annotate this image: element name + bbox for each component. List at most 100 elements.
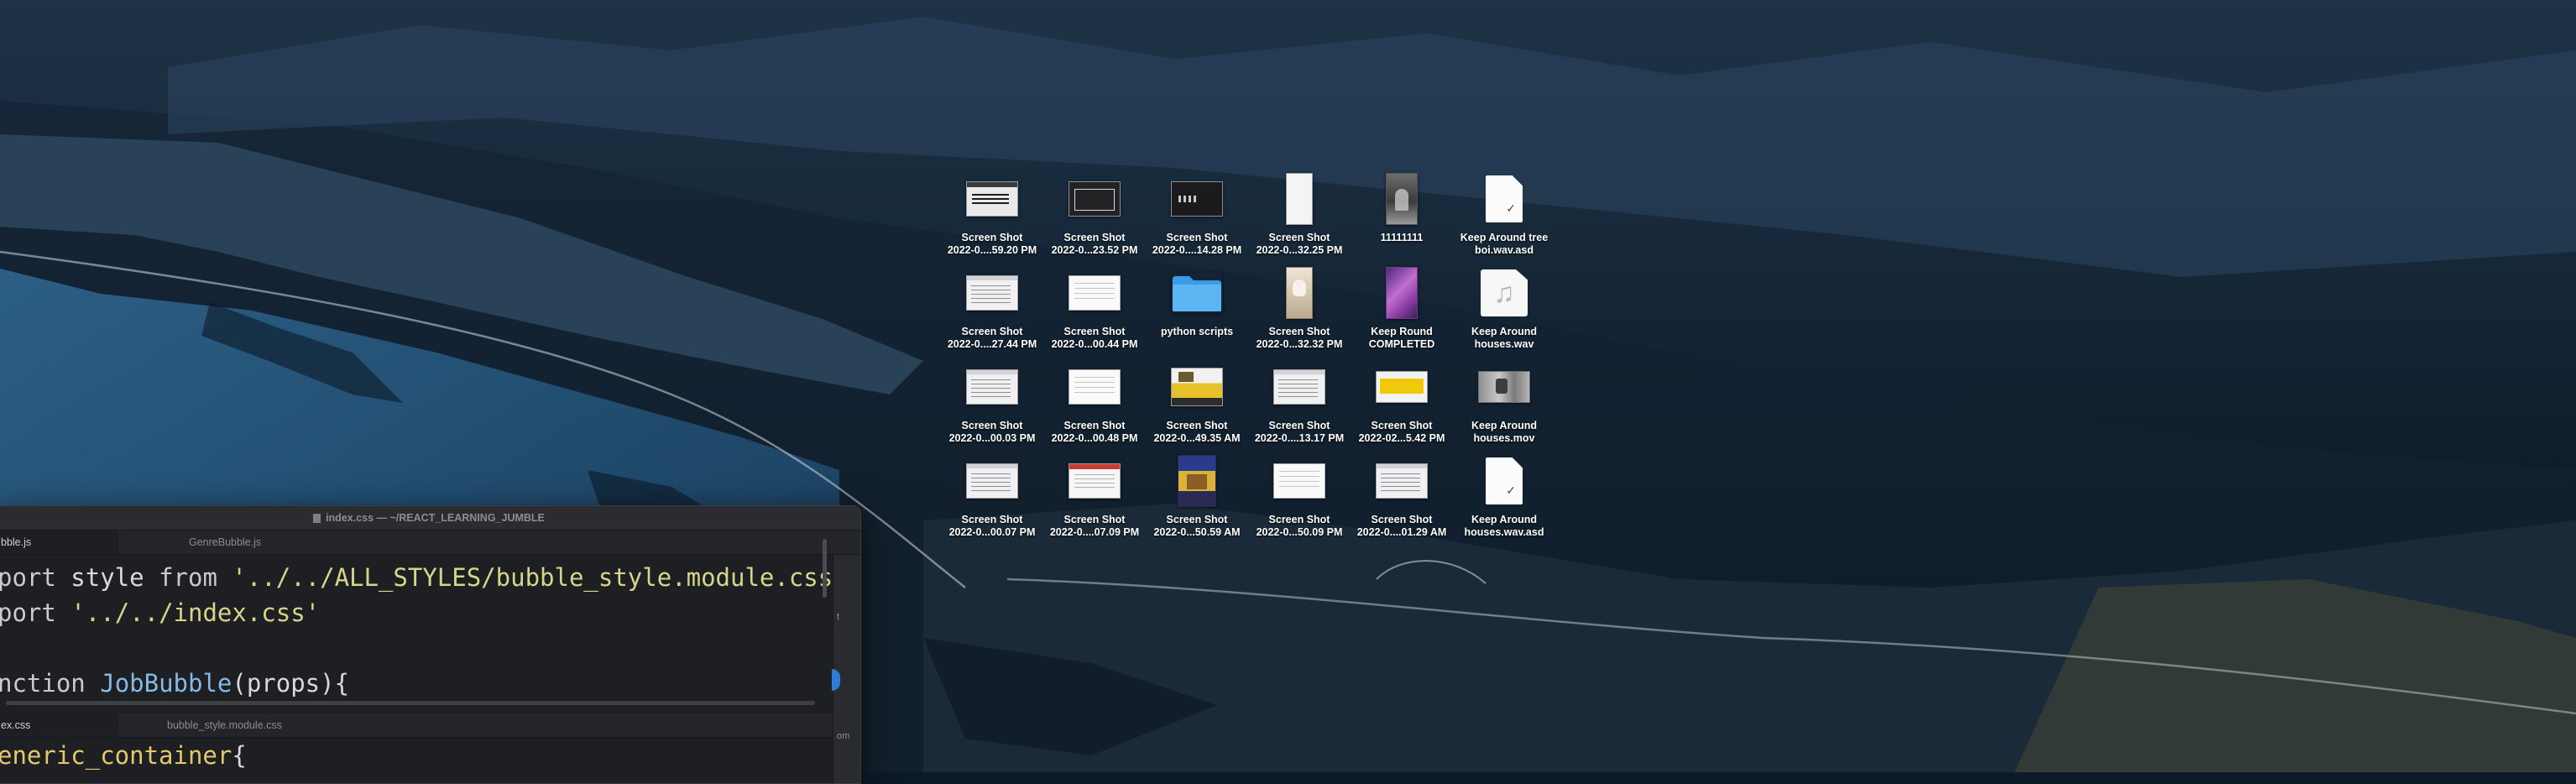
desktop-item-label: Screen Shot 2022-0....14.28 PM <box>1138 232 1256 257</box>
desktop-item[interactable]: Screen Shot 2022-0...32.25 PM <box>1247 171 1351 262</box>
desktop-item[interactable]: Screen Shot 2022-0...00.44 PM <box>1042 265 1147 356</box>
audio-file-icon: ♫ <box>1481 269 1528 316</box>
editor-pane-bottom[interactable]: ex.css bubble_style.module.css eneric_co… <box>0 713 860 773</box>
tab-index-css[interactable]: ex.css <box>0 713 118 737</box>
desktop-item[interactable]: Screen Shot 2022-0....27.44 PM <box>940 265 1044 356</box>
desktop-item-thumbnail-area <box>1350 359 1454 415</box>
desktop-item[interactable]: Screen Shot 2022-02...5.42 PM <box>1350 359 1454 450</box>
desktop-item[interactable]: Screen Shot 2022-0....13.17 PM <box>1247 359 1351 450</box>
code-area-top[interactable]: port style from '../../ALL_STYLES/bubble… <box>0 555 860 701</box>
code-line: port style from '../../ALL_STYLES/bubble… <box>0 560 860 595</box>
editor-side-panel[interactable]: t om <box>832 555 860 783</box>
desktop-item-label-line2: 2022-0...00.03 PM <box>948 432 1036 444</box>
desktop-item-label: Keep Around houses.wav <box>1445 326 1563 351</box>
desktop-item[interactable]: Screen Shot 2022-0...00.03 PM <box>940 359 1044 450</box>
editor-window-title: index.css — ~/REACT_LEARNING_JUMBLE <box>326 512 545 524</box>
desktop-item-thumbnail-area <box>1350 171 1454 227</box>
desktop-item-label-line2: 2022-0....07.09 PM <box>1049 526 1140 538</box>
desktop-item[interactable]: Screen Shot 2022-0....07.09 PM <box>1042 453 1147 544</box>
code-token: port <box>0 563 56 592</box>
desktop-item[interactable]: Keep Aroundhouses.wav.asd <box>1452 453 1556 544</box>
desktop-item-label-line1: Screen Shot <box>1268 514 1330 525</box>
code-token: (props){ <box>232 669 350 698</box>
desktop-item-label-line1: Screen Shot <box>1268 232 1330 243</box>
desktop-item[interactable]: Screen Shot 2022-0....01.29 AM <box>1350 453 1454 544</box>
desktop-item-thumbnail-area <box>1042 265 1147 321</box>
desktop-item[interactable]: Screen Shot 2022-0...50.09 PM <box>1247 453 1351 544</box>
desktop-item-label: Screen Shot 2022-02...5.42 PM <box>1343 420 1460 445</box>
side-panel-text: t <box>837 612 840 622</box>
desktop-item-label-line2: boi.wav.asd <box>1475 244 1534 256</box>
tab-label: bble.js <box>1 536 32 548</box>
desktop-item-label-line2: 2022-0...49.35 AM <box>1153 432 1241 444</box>
desktop-item[interactable]: ♫ Keep Around houses.wav <box>1452 265 1556 356</box>
image-thumbnail-icon <box>1171 181 1223 217</box>
desktop-item[interactable]: Screen Shot 2022-0...50.59 AM <box>1145 453 1249 544</box>
desktop-item-thumbnail-area <box>1247 453 1351 509</box>
desktop-item-label-line2: 2022-0....13.17 PM <box>1254 432 1345 444</box>
desktop-item-label: Screen Shot 2022-0....13.17 PM <box>1241 420 1358 445</box>
desktop-item[interactable]: Screen Shot 2022-0...32.32 PM <box>1247 265 1351 356</box>
desktop-item-label-line2: 2022-0...00.48 PM <box>1051 432 1138 444</box>
image-thumbnail-icon <box>1273 463 1325 499</box>
tab-genrebubble-js[interactable]: GenreBubble.js <box>189 531 261 554</box>
desktop-item-label-line1: Screen Shot <box>961 326 1023 337</box>
tab-label: GenreBubble.js <box>189 536 262 548</box>
desktop-item-label-line1: Screen Shot <box>1371 420 1433 431</box>
document-file-icon <box>1486 175 1523 222</box>
desktop-item-thumbnail-area <box>1042 359 1147 415</box>
desktop-item[interactable]: Keep Around treeboi.wav.asd <box>1452 171 1556 262</box>
tab-bubble-style-module-css[interactable]: bubble_style.module.css <box>167 713 282 737</box>
desktop-item[interactable]: Screen Shot 2022-0...00.07 PM <box>940 453 1044 544</box>
desktop-item[interactable]: 11111111 <box>1350 171 1454 262</box>
image-thumbnail-icon <box>1069 181 1121 217</box>
desktop-item-thumbnail-area <box>1145 171 1249 227</box>
code-token: '../../index.css' <box>71 598 321 627</box>
desktop-item-label: Screen Shot 2022-0...00.03 PM <box>933 420 1051 445</box>
folder-icon <box>1171 273 1223 313</box>
tab-label: ex.css <box>1 719 31 731</box>
editor-titlebar[interactable]: index.css — ~/REACT_LEARNING_JUMBLE <box>0 506 860 531</box>
desktop-item-label-line1: Screen Shot <box>1268 326 1330 337</box>
desktop-item[interactable]: python scripts <box>1145 265 1249 356</box>
editor-pane-top[interactable]: bble.js GenreBubble.js port style from '… <box>0 531 860 713</box>
horizontal-scrollbar[interactable] <box>6 701 815 705</box>
desktop-item-label-line2: 2022-0....01.29 AM <box>1356 526 1447 538</box>
desktop-item-label-line1: Screen Shot <box>1268 420 1330 431</box>
desktop-item-label-line1: Screen Shot <box>1166 232 1228 243</box>
code-editor-window[interactable]: index.css — ~/REACT_LEARNING_JUMBLE bble… <box>0 505 861 784</box>
desktop-item-label-line1: Keep Round <box>1371 326 1433 337</box>
desktop-item-label-line1: Screen Shot <box>1063 232 1126 243</box>
desktop-item[interactable]: Screen Shot 2022-0...23.52 PM <box>1042 171 1147 262</box>
desktop-item-label: Screen Shot 2022-0...32.25 PM <box>1241 232 1358 257</box>
vertical-scrollbar[interactable] <box>823 539 827 598</box>
image-thumbnail-icon <box>966 369 1018 405</box>
desktop-item[interactable]: Screen Shot 2022-0...00.48 PM <box>1042 359 1147 450</box>
code-token: JobBubble <box>100 669 233 698</box>
image-thumbnail-icon <box>1286 173 1313 225</box>
desktop-item-label-line1: 11111111 <box>1380 232 1424 243</box>
desktop-item-label: Screen Shot 2022-0....01.29 AM <box>1343 514 1460 539</box>
desktop-item[interactable]: Keep Around houses.mov <box>1452 359 1556 450</box>
desktop-item-label-line2: 2022-02...5.42 PM <box>1358 432 1445 444</box>
desktop-item-label-line1: Screen Shot <box>1166 514 1228 525</box>
desktop-item-thumbnail-area <box>940 453 1044 509</box>
image-thumbnail-icon <box>1069 369 1121 405</box>
desktop-item[interactable]: Screen Shot 2022-0....59.20 PM <box>940 171 1044 262</box>
desktop-item[interactable]: Keep Round COMPLETED <box>1350 265 1454 356</box>
code-token: eneric_container <box>0 741 233 770</box>
code-token: style <box>55 563 159 592</box>
code-area-bottom[interactable]: eneric_container{ <box>0 738 860 773</box>
desktop-item-label-line2: COMPLETED <box>1368 338 1435 350</box>
desktop-item-thumbnail-area <box>940 265 1044 321</box>
desktop-item[interactable]: Screen Shot 2022-0...49.35 AM <box>1145 359 1249 450</box>
tab-bubble-js[interactable]: bble.js <box>0 531 118 554</box>
desktop-item[interactable]: Screen Shot 2022-0....14.28 PM <box>1145 171 1249 262</box>
image-thumbnail-icon <box>966 181 1018 217</box>
desktop-item-thumbnail-area <box>1145 265 1249 321</box>
image-thumbnail-icon <box>1178 455 1216 507</box>
desktop-item-label-line1: Screen Shot <box>961 420 1023 431</box>
desktop-item-label-line2: 2022-0...50.59 AM <box>1153 526 1241 538</box>
desktop-item-thumbnail-area <box>1145 359 1249 415</box>
desktop-item-label: Screen Shot 2022-0....59.20 PM <box>933 232 1051 257</box>
